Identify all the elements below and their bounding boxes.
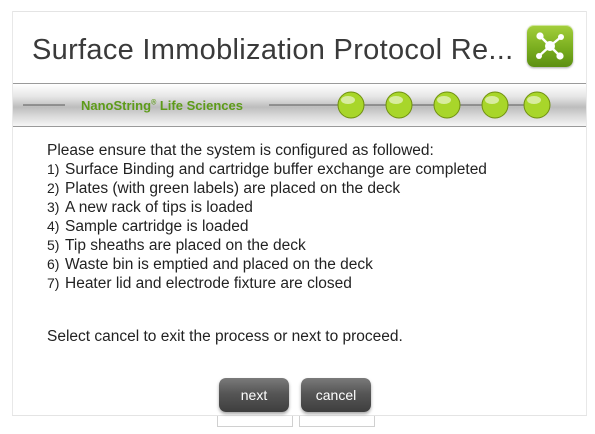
cancel-button[interactable]: cancel [301,378,371,412]
brand-logo-text: NanoString® Life Sciences [81,98,243,113]
step-number: 2) [47,180,60,196]
brand-suffix: Life Sciences [156,98,243,113]
cancel-button-underline [299,416,375,427]
next-button-underline [217,416,293,427]
checklist-item: 3) A new rack of tips is loaded [47,198,577,217]
step-text: Surface Binding and cartridge buffer exc… [65,161,487,178]
instructions: Please ensure that the system is configu… [47,141,577,293]
checklist-item: 5) Tip sheaths are placed on the deck [47,236,577,255]
progress-dot [337,91,365,119]
progress-dot [481,91,509,119]
step-number: 1) [47,161,60,177]
dialog-border-right [586,11,587,415]
dialog-border-top [12,11,587,12]
checklist-item: 4) Sample cartridge is loaded [47,217,577,236]
progress-dot [523,91,551,119]
brand-banner: NanoString® Life Sciences [13,83,586,127]
checklist-item: 1) Surface Binding and cartridge buffer e… [47,160,577,179]
progress-dot-highlight [527,96,541,104]
progress-dot-highlight [389,96,403,104]
progress-dot-highlight [437,96,451,104]
step-number: 3) [47,199,60,215]
step-text: Plates (with green labels) are placed on… [65,180,401,197]
step-text: Tip sheaths are placed on the deck [65,237,306,254]
progress-dot [433,91,461,119]
progress-dot [385,91,413,119]
step-number: 6) [47,256,60,272]
network-nodes-icon [527,25,573,67]
step-text: A new rack of tips is loaded [65,199,253,216]
progress-dot-highlight [341,96,355,104]
checklist: 1) Surface Binding and cartridge buffer e… [47,160,577,293]
step-text: Sample cartridge is loaded [65,218,249,235]
footer-instruction: Select cancel to exit the process or nex… [47,328,403,345]
step-text: Heater lid and electrode fixture are clo… [65,275,352,292]
step-number: 4) [47,218,60,234]
instructions-intro: Please ensure that the system is configu… [47,142,434,159]
checklist-item: 6) Waste bin is emptied and placed on the… [47,255,577,274]
progress-dot-highlight [485,96,499,104]
dialog-border-left [12,11,13,415]
dialog-title: Surface Immoblization Protocol Re... [32,34,514,66]
brand-name: NanoString [81,98,152,113]
checklist-item: 2) Plates (with green labels) are placed … [47,179,577,198]
step-text: Waste bin is emptied and placed on the d… [65,256,373,273]
step-number: 5) [47,237,60,253]
next-button[interactable]: next [219,378,289,412]
checklist-item: 7) Heater lid and electrode fixture are c… [47,274,577,293]
step-number: 7) [47,275,60,291]
